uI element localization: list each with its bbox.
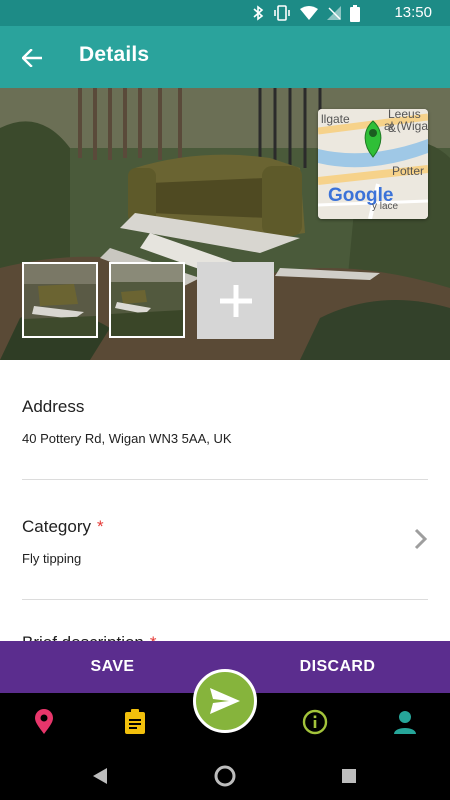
address-value: 40 Pottery Rd, Wigan WN3 5AA, UK xyxy=(22,431,232,446)
battery-icon xyxy=(350,4,360,22)
divider xyxy=(22,599,428,600)
triangle-back-icon xyxy=(93,768,107,784)
vibrate-icon xyxy=(274,5,290,21)
save-button[interactable]: SAVE xyxy=(0,641,225,693)
circle-home-icon xyxy=(214,765,236,787)
map-label: y lace xyxy=(372,201,399,212)
address-section: Address xyxy=(22,397,428,417)
back-button[interactable] xyxy=(12,38,52,78)
nav-reports[interactable] xyxy=(120,707,150,737)
send-icon xyxy=(210,688,240,714)
system-recents-button[interactable] xyxy=(337,764,361,788)
system-nav-bar xyxy=(0,751,450,800)
app-bar: Details xyxy=(0,26,450,88)
page-title: Details xyxy=(79,43,150,66)
photo-hero[interactable]: llgate Leeus & al (Wiga Potter Google y … xyxy=(0,88,450,360)
wifi-icon xyxy=(300,6,318,20)
chevron-right-icon[interactable] xyxy=(414,528,428,555)
category-value: Fly tipping xyxy=(22,551,82,566)
address-value-row: 40 Pottery Rd, Wigan WN3 5AA, UK xyxy=(22,431,428,446)
send-button[interactable] xyxy=(193,669,257,733)
nav-info[interactable] xyxy=(300,707,330,737)
nav-account[interactable] xyxy=(390,707,420,737)
add-photo-button[interactable] xyxy=(197,262,274,339)
required-marker: * xyxy=(96,517,104,536)
map-label: llgate xyxy=(321,112,350,126)
info-icon xyxy=(302,709,328,735)
status-bar: 13:50 xyxy=(0,0,450,26)
category-value-row[interactable]: Fly tipping xyxy=(22,551,428,566)
discard-button[interactable]: DISCARD xyxy=(225,641,450,693)
system-home-button[interactable] xyxy=(213,764,237,788)
map-label: al (Wiga xyxy=(384,119,428,133)
photo-thumbnail-image xyxy=(111,264,183,336)
photo-thumbnail[interactable] xyxy=(22,262,98,338)
map-label: Potter xyxy=(392,164,425,178)
plus-icon xyxy=(219,284,252,317)
system-back-button[interactable] xyxy=(88,764,112,788)
address-label: Address xyxy=(22,397,85,416)
map-preview[interactable]: llgate Leeus & al (Wiga Potter Google y … xyxy=(318,109,428,219)
clipboard-icon xyxy=(125,709,145,734)
category-label: Category xyxy=(22,517,91,536)
divider xyxy=(22,479,428,480)
status-time: 13:50 xyxy=(394,4,432,21)
status-icons xyxy=(252,4,360,22)
category-section[interactable]: Category * xyxy=(22,517,428,537)
square-recents-icon xyxy=(342,769,356,783)
no-signal-icon xyxy=(327,6,341,20)
map-pin-icon xyxy=(35,709,53,734)
bluetooth-icon xyxy=(253,5,264,21)
arrow-back-icon xyxy=(22,49,42,67)
photo-thumbnail[interactable] xyxy=(109,262,185,338)
account-icon xyxy=(394,711,416,734)
photo-thumbnail-image xyxy=(24,264,96,336)
nav-map[interactable] xyxy=(29,707,59,737)
